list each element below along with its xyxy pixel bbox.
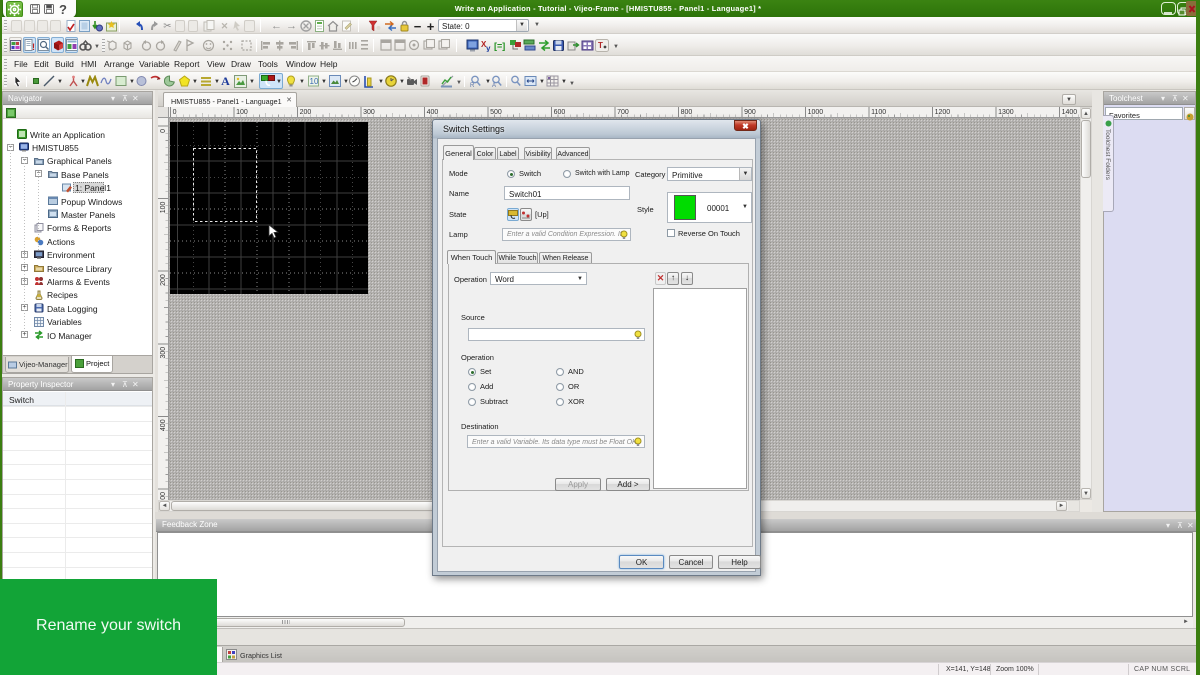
- svg-text:1300: 1300: [998, 109, 1014, 116]
- svg-text:[=]: [=]: [494, 41, 505, 51]
- svg-text:400: 400: [427, 109, 439, 116]
- svg-text:200: 200: [160, 274, 167, 286]
- svg-text:100: 100: [160, 202, 167, 214]
- svg-text:300: 300: [363, 109, 375, 116]
- svg-text:700: 700: [617, 109, 629, 116]
- svg-text:y: y: [486, 44, 491, 52]
- svg-text:400: 400: [160, 419, 167, 431]
- svg-text:100: 100: [236, 109, 248, 116]
- svg-text:800: 800: [681, 109, 693, 116]
- svg-text:300: 300: [160, 347, 167, 359]
- svg-text:900: 900: [744, 109, 756, 116]
- svg-text:0: 0: [160, 129, 167, 133]
- svg-text:200: 200: [300, 109, 312, 116]
- svg-text:A: A: [492, 83, 496, 88]
- svg-text:500: 500: [160, 492, 167, 500]
- svg-text:R: R: [470, 83, 475, 88]
- svg-text:1200: 1200: [935, 109, 951, 116]
- svg-text:600: 600: [554, 109, 566, 116]
- svg-text:10: 10: [310, 77, 319, 86]
- svg-text:0: 0: [173, 109, 177, 116]
- svg-text:1100: 1100: [871, 109, 886, 116]
- svg-text:500: 500: [490, 109, 502, 116]
- svg-text:1400: 1400: [1062, 109, 1078, 116]
- svg-text:T: T: [598, 41, 603, 50]
- svg-text:1000: 1000: [808, 109, 824, 116]
- svg-text:!: !: [32, 42, 35, 51]
